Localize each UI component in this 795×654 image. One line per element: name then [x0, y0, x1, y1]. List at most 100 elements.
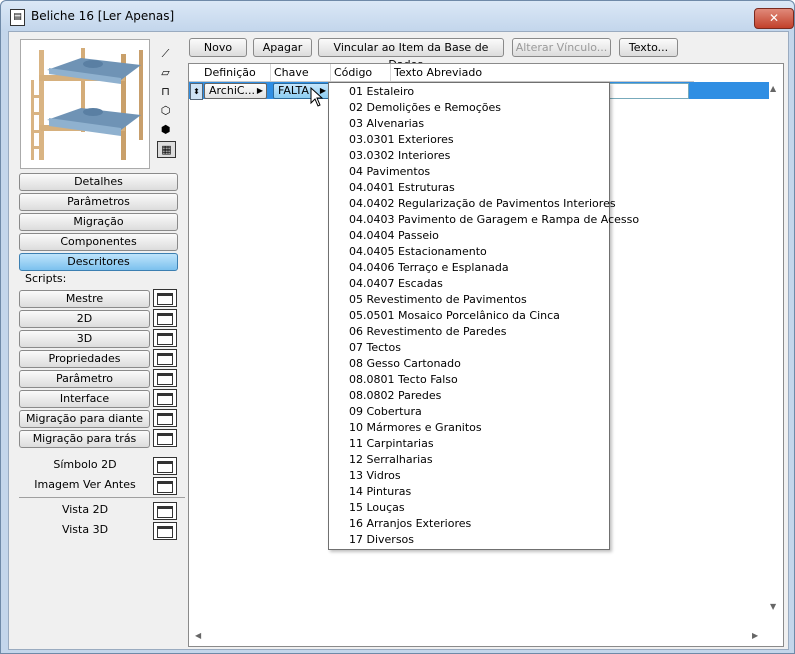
menu-item[interactable]: 06 Revestimento de Paredes	[349, 324, 506, 340]
column-header-key[interactable]: Chave	[274, 66, 309, 79]
script-forward-migration-button[interactable]: Migração para diante	[19, 410, 150, 428]
title-bar[interactable]: ▤ Beliche 16 [Ler Apenas] ✕	[1, 1, 794, 31]
menu-item[interactable]: 03.0301 Exteriores	[349, 132, 454, 148]
close-button[interactable]: ✕	[754, 8, 794, 29]
menu-item[interactable]: 08.0801 Tecto Falso	[349, 372, 458, 388]
script-parameter-button[interactable]: Parâmetro	[19, 370, 150, 388]
open-window-icon[interactable]	[153, 409, 177, 427]
definition-popup[interactable]: ArchiC... ▶	[204, 83, 267, 99]
tab-descriptors[interactable]: Descritores	[19, 253, 178, 271]
open-window-icon[interactable]	[153, 522, 177, 540]
open-window-icon[interactable]	[153, 329, 177, 347]
plan-view-icon[interactable]: ⊓	[157, 84, 174, 99]
menu-item[interactable]: 09 Cobertura	[349, 404, 422, 420]
open-window-icon[interactable]	[153, 457, 177, 475]
row-handle-icon[interactable]: ⬍	[190, 83, 203, 100]
menu-item[interactable]: 16 Arranjos Exteriores	[349, 516, 471, 532]
symbol-2d-label: Símbolo 2D	[53, 458, 117, 471]
menu-item[interactable]: 04.0406 Terraço e Esplanada	[349, 260, 509, 276]
view-2d-label: Vista 2D	[61, 503, 109, 516]
column-header-definition[interactable]: Definição	[204, 66, 256, 79]
menu-item[interactable]: 14 Pinturas	[349, 484, 411, 500]
menu-item[interactable]: 04.0403 Pavimento de Garagem e Rampa de …	[349, 212, 639, 228]
mouse-pointer-icon	[310, 87, 324, 107]
delete-button[interactable]: Apagar	[253, 38, 312, 57]
tab-parameters[interactable]: Parâmetros	[19, 193, 178, 211]
tab-components[interactable]: Componentes	[19, 233, 178, 251]
scroll-right-icon[interactable]: ▶	[752, 631, 758, 640]
menu-item[interactable]: 03 Alvenarias	[349, 116, 424, 132]
wireframe-view-icon[interactable]: ⟋	[157, 46, 174, 61]
menu-item[interactable]: 02 Demolições e Remoções	[349, 100, 501, 116]
bunk-bed-image	[31, 48, 143, 160]
script-interface-button[interactable]: Interface	[19, 390, 150, 408]
menu-item[interactable]: 07 Tectos	[349, 340, 401, 356]
open-window-icon[interactable]	[153, 309, 177, 327]
script-master-button[interactable]: Mestre	[19, 290, 150, 308]
open-window-icon[interactable]	[153, 369, 177, 387]
menu-item[interactable]: 08 Gesso Cartonado	[349, 356, 461, 372]
column-divider	[390, 64, 391, 81]
menu-item[interactable]: 13 Vidros	[349, 468, 401, 484]
column-divider	[270, 64, 271, 81]
menu-item[interactable]: 04.0404 Passeio	[349, 228, 439, 244]
menu-item[interactable]: 04.0407 Escadas	[349, 276, 443, 292]
menu-item[interactable]: 04.0401 Estruturas	[349, 180, 455, 196]
menu-item[interactable]: 12 Serralharias	[349, 452, 433, 468]
menu-item[interactable]: 15 Louças	[349, 500, 405, 516]
menu-item[interactable]: 01 Estaleiro	[349, 84, 414, 100]
box-view-icon[interactable]: ⬡	[157, 103, 174, 118]
short-text-field[interactable]	[609, 83, 689, 99]
open-window-icon[interactable]	[153, 389, 177, 407]
open-window-icon[interactable]	[153, 289, 177, 307]
alter-link-button: Alterar Vínculo...	[512, 38, 611, 57]
column-divider	[330, 64, 331, 81]
definition-value: ArchiC...	[209, 84, 256, 97]
script-properties-button[interactable]: Propriedades	[19, 350, 150, 368]
menu-item[interactable]: 10 Mármores e Granitos	[349, 420, 482, 436]
view-3d-label: Vista 3D	[61, 523, 109, 536]
column-header-code[interactable]: Código	[334, 66, 372, 79]
script-3d-button[interactable]: 3D	[19, 330, 150, 348]
menu-item[interactable]: 08.0802 Paredes	[349, 388, 441, 404]
menu-item[interactable]: 04 Pavimentos	[349, 164, 430, 180]
view-mode-toolbar: ⟋ ▱ ⊓ ⬡ ⬢ ▦	[157, 46, 177, 162]
picture-view-icon[interactable]: ▦	[157, 141, 176, 158]
tab-migration[interactable]: Migração	[19, 213, 178, 231]
key-value: FALTA	[278, 84, 309, 97]
document-icon: ▤	[10, 9, 25, 26]
script-backward-migration-button[interactable]: Migração para trás	[19, 430, 150, 448]
menu-item[interactable]: 05 Revestimento de Pavimentos	[349, 292, 527, 308]
menu-item[interactable]: 17 Diversos	[349, 532, 414, 548]
menu-item[interactable]: 05.0501 Mosaico Porcelânico da Cinca	[349, 308, 560, 324]
menu-item[interactable]: 11 Carpintarias	[349, 436, 434, 452]
new-button[interactable]: Novo	[189, 38, 247, 57]
vertical-scrollbar[interactable]: ▲ ▼	[767, 82, 782, 644]
key-dropdown-menu: 01 Estaleiro 02 Demolições e Remoções 03…	[328, 82, 639, 550]
scroll-down-icon[interactable]: ▼	[770, 602, 776, 611]
scroll-left-icon[interactable]: ◀	[195, 631, 201, 640]
column-header-short-text[interactable]: Texto Abreviado	[394, 66, 482, 79]
tab-details[interactable]: Detalhes	[19, 173, 178, 191]
open-window-icon[interactable]	[153, 349, 177, 367]
window-title: Beliche 16 [Ler Apenas]	[31, 9, 175, 23]
divider	[19, 497, 185, 498]
script-2d-button[interactable]: 2D	[19, 310, 150, 328]
scripts-label: Scripts:	[25, 272, 67, 285]
menu-item[interactable]: 04.0405 Estacionamento	[349, 244, 487, 260]
link-database-item-button[interactable]: Vincular ao Item da Base de Dados...	[318, 38, 504, 71]
shaded-view-icon[interactable]: ⬢	[157, 122, 174, 137]
open-window-icon[interactable]	[153, 477, 177, 495]
object-window: ▤ Beliche 16 [Ler Apenas] ✕ ⟋ ▱ ⊓ ⬡ ⬢ ▦ …	[0, 0, 795, 654]
text-button[interactable]: Texto...	[619, 38, 678, 57]
object-preview	[20, 39, 150, 169]
preview-image-label: Imagem Ver Antes	[34, 478, 136, 491]
scroll-up-icon[interactable]: ▲	[770, 84, 776, 93]
open-window-icon[interactable]	[153, 502, 177, 520]
triangle-right-icon: ▶	[256, 86, 263, 95]
menu-item[interactable]: 03.0302 Interiores	[349, 148, 450, 164]
horizontal-scrollbar[interactable]: ◀ ▶	[189, 629, 767, 645]
menu-item[interactable]: 04.0402 Regularização de Pavimentos Inte…	[349, 196, 616, 212]
open-window-icon[interactable]	[153, 429, 177, 447]
hidden-line-view-icon[interactable]: ▱	[157, 65, 174, 80]
